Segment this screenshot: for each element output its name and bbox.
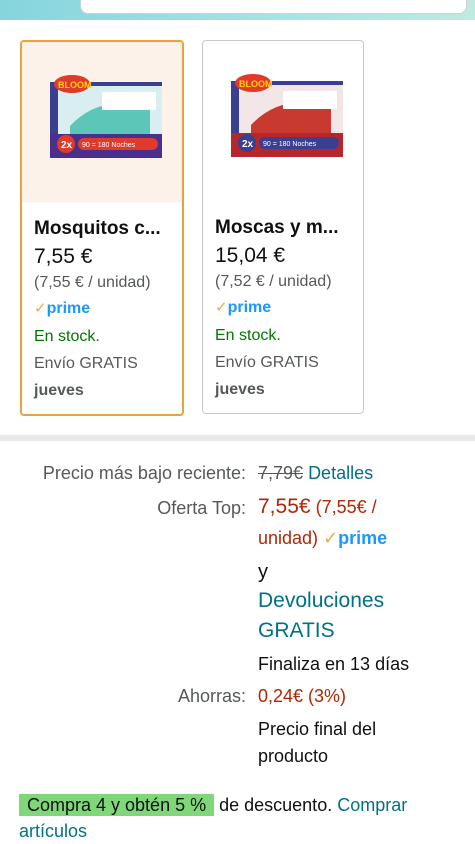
- details-link[interactable]: Detalles: [308, 463, 373, 483]
- shop-items-link[interactable]: Comprar: [337, 795, 407, 815]
- unit-price: (7,52 € / unidad): [215, 273, 332, 290]
- product-card-mosquitos[interactable]: 2x 90 = 180 Noches BLOOM Mosquitos c... …: [20, 40, 184, 416]
- image-badge-text: 90 = 180 Noches: [82, 142, 136, 149]
- free-returns-link[interactable]: Devoluciones: [258, 586, 384, 616]
- promo-text: de descuento.: [214, 795, 338, 815]
- prime-check-icon: ✓: [34, 300, 47, 317]
- product-box-image: 2x 90 = 180 Noches BLOOM: [50, 75, 162, 158]
- promo-badge: Compra 4 y obtén 5 %: [19, 794, 215, 816]
- shipping-info: Envío GRATIS: [34, 355, 138, 372]
- offer-price: 7,55€: [258, 495, 311, 518]
- free-returns-link-cont[interactable]: GRATIS: [258, 616, 335, 646]
- prime-label: prime: [227, 299, 272, 316]
- product-image[interactable]: 2x 90 = 180 Noches BLOOM: [203, 41, 363, 201]
- product-name[interactable]: Moscas y m...: [215, 217, 355, 239]
- image-badge-text: 90 = 180 Noches: [263, 141, 317, 148]
- delivery-day: jueves: [215, 381, 265, 398]
- product-price: 7,55 €: [34, 245, 93, 268]
- shipping-info: Envío GRATIS: [215, 354, 319, 371]
- final-price-note: Precio final del: [258, 719, 377, 739]
- image-brand-logo: BLOOM: [58, 80, 92, 90]
- promotion-banner: Compra 4 y obtén 5 % de descuento. Compr…: [19, 792, 475, 844]
- savings-label: Ahorras:: [177, 686, 246, 706]
- image-badge-count: 2x: [242, 139, 254, 150]
- product-name[interactable]: Mosquitos c...: [34, 218, 174, 240]
- offer-unit-price-cont: unidad): [258, 528, 319, 548]
- final-price-note-cont: producto: [258, 746, 329, 766]
- prime-check-icon: ✓: [215, 299, 228, 316]
- header-bar: [0, 0, 475, 20]
- prime-label: prime: [338, 528, 388, 548]
- product-card-moscas[interactable]: 2x 90 = 180 Noches BLOOM Moscas y m... 1…: [202, 40, 364, 414]
- section-divider: [0, 435, 475, 441]
- image-brand-logo: BLOOM: [239, 79, 273, 89]
- stock-status: En stock.: [34, 328, 100, 345]
- prime-badge: ✓prime: [34, 297, 174, 321]
- search-input[interactable]: [80, 0, 467, 14]
- shop-items-link-cont[interactable]: artículos: [19, 821, 87, 841]
- prime-badge: ✓prime: [215, 296, 355, 320]
- image-badge-count: 2x: [61, 140, 73, 151]
- unit-price: (7,55 € / unidad): [34, 274, 151, 291]
- product-image[interactable]: 2x 90 = 180 Noches BLOOM: [22, 42, 182, 202]
- product-price: 15,04 €: [215, 244, 286, 267]
- product-box-image: 2x 90 = 180 Noches BLOOM: [231, 74, 343, 157]
- offer-unit-price: (7,55€ /: [315, 497, 377, 517]
- offer-ends: Finaliza en 13 días: [258, 654, 410, 674]
- delivery-day: jueves: [34, 382, 84, 399]
- prime-check-icon: ✓: [323, 528, 339, 548]
- conjunction-text: y: [258, 561, 268, 583]
- offer-label: Oferta Top:: [157, 498, 246, 518]
- recent-low-label: Precio más bajo reciente:: [42, 463, 246, 483]
- stock-status: En stock.: [215, 327, 281, 344]
- prime-label: prime: [46, 300, 91, 317]
- recent-low-price: 7,79€: [258, 463, 304, 483]
- savings-value: 0,24€ (3%): [258, 686, 347, 706]
